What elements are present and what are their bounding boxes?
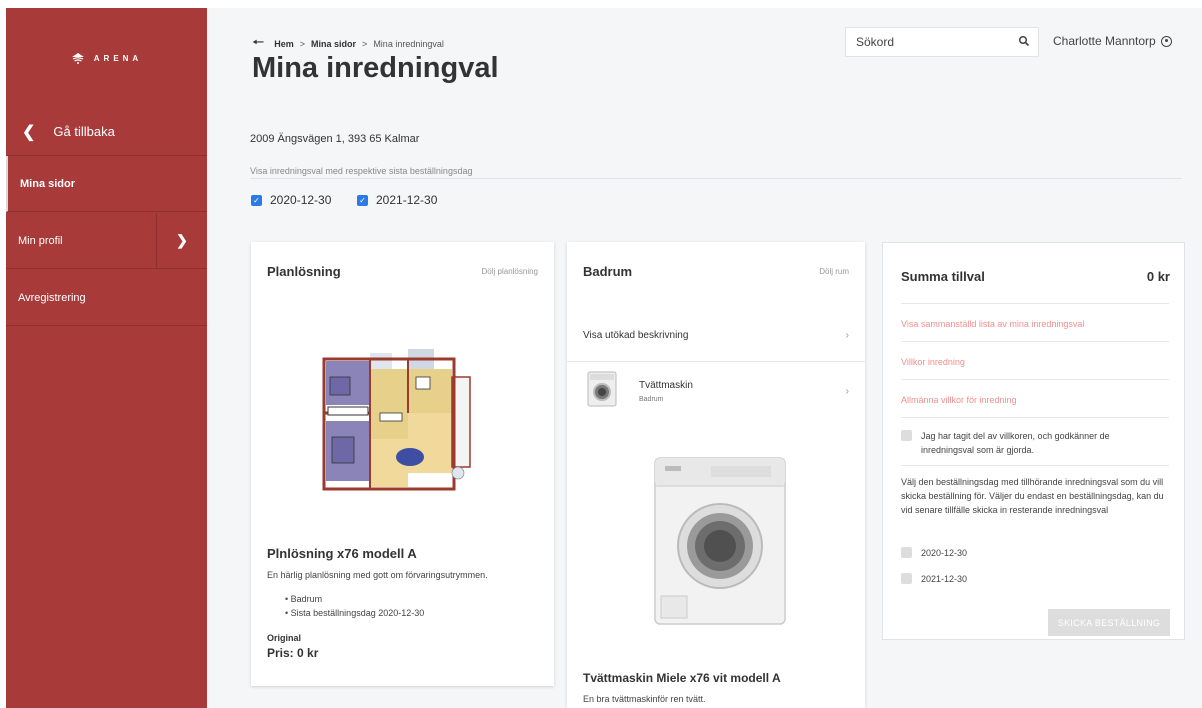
filter-label: Visa inredningsval med respektive sista … [250,166,473,176]
divider [250,178,1182,179]
address: 2009 Ängsvägen 1, 393 65 Kalmar [250,133,420,145]
product-title: Tvättmaskin Miele x76 vit modell A [583,671,781,685]
summary-list-link[interactable]: Visa sammanställd lista av mina inrednin… [901,319,1084,329]
search-icon[interactable] [1018,35,1030,47]
divider [901,417,1169,418]
sidebar-item-label: Min profil [18,234,63,247]
product-item-sub: Badrum [639,396,664,403]
filter-checkbox-1[interactable]: ✓ 2020-12-30 [251,193,331,207]
chevron-left-icon: ❮ [22,123,36,141]
chevron-right-icon[interactable]: ❯ [156,213,207,268]
order-date-checkbox-1[interactable]: 2020-12-30 [901,547,967,558]
order-date-checkbox-2[interactable]: 2021-12-30 [901,573,967,584]
breadcrumb-mina-sidor[interactable]: Mina sidor [311,39,356,49]
logo[interactable]: ARENA [6,8,207,108]
sidebar-item-mina-sidor[interactable]: Mina sidor [6,156,207,212]
plan-bullet-text: Sista beställningsdag 2020-12-30 [290,608,425,618]
checkbox-icon[interactable] [901,547,912,558]
bath-card: Badrum Dölj rum Visa utökad beskrivning … [567,242,865,708]
summary-panel: Summa tillval 0 kr Visa sammanställd lis… [882,242,1185,640]
filter-date-label: 2021-12-30 [376,193,438,207]
filter-date-label: 2020-12-30 [270,193,332,207]
filter-checkbox-2[interactable]: ✓ 2021-12-30 [357,193,437,207]
send-order-button[interactable]: SKICKA BESTÄLLNING [1048,609,1170,636]
chevron-right-icon: › [845,330,849,341]
chevron-right-icon: › [845,386,849,397]
order-date-label: 2020-12-30 [921,547,968,558]
sidebar-item-label: Mina sidor [20,177,76,190]
user-icon [1160,35,1172,47]
terms-checkbox[interactable]: Jag har tagit del av villkoren, och godk… [901,429,1163,457]
order-date-label: 2021-12-30 [921,573,968,584]
sidebar: ARENA ❮ Gå tillbaka Mina sidor Min profi… [6,8,207,708]
page-title: Mina inredningval [252,52,499,84]
divider [901,379,1169,380]
plan-bullet-2: • Sista beställningsdag 2020-12-30 [285,608,425,618]
checkbox-icon[interactable] [901,573,912,584]
breadcrumb-current: Mina inredningval [373,39,444,49]
general-terms-link[interactable]: Allmänna villkor för inredning [901,395,1017,405]
divider [901,341,1169,342]
floorplan-image [320,347,476,498]
order-info-text: Välj den beställningsdag med tillhörande… [901,477,1164,515]
product-item-name: Tvättmaskin [639,380,693,391]
plan-model-title: Plnlösning x76 modell A [267,546,417,561]
sidebar-item-avregistrering[interactable]: Avregistrering [6,270,207,326]
user-name: Charlotte Manntorp [1053,34,1156,48]
expand-description-label: Visa utökad beskrivning [583,330,689,341]
summary-total: 0 kr [1146,269,1170,284]
divider [901,465,1169,466]
hide-plan-link[interactable]: Dölj planlösning [482,267,538,276]
breadcrumb-hem[interactable]: Hem [274,39,294,49]
divider [901,303,1169,304]
checkbox-checked-icon[interactable]: ✓ [357,194,368,206]
plan-price: Pris: 0 kr [267,646,319,660]
arena-logo-icon [71,53,84,64]
plan-card: Planlösning Dölj planlösning Plnlösning … [251,242,554,686]
breadcrumb-separator: > [362,39,368,49]
terms-checkbox-label: Jag har tagit del av villkoren, och godk… [921,431,1110,455]
product-description: En bra tvättmaskinför ren tvätt. [583,694,706,704]
washing-machine-image [654,457,786,625]
logo-text: ARENA [93,53,143,63]
terms-interior-link[interactable]: Villkor inredning [901,357,965,367]
washing-machine-thumbnail [587,371,617,407]
plan-bullet-text: Badrum [290,594,323,604]
app-window: ARENA ❮ Gå tillbaka Mina sidor Min profi… [6,8,1202,708]
plan-bullet-1: • Badrum [285,594,323,604]
checkbox-icon[interactable] [901,430,912,441]
plan-card-title: Planlösning [267,264,341,279]
user-menu[interactable]: Charlotte Manntorp [1053,34,1172,48]
original-label: Original [267,633,302,643]
divider [567,361,865,362]
sidebar-item-min-profil[interactable]: Min profil ❯ [6,213,207,269]
checkbox-checked-icon[interactable]: ✓ [251,194,262,206]
search-placeholder: Sökord [856,35,895,49]
bath-card-title: Badrum [583,264,633,279]
sidebar-item-label: Avregistrering [18,291,86,304]
search-input[interactable]: Sökord [845,27,1039,57]
plan-description: En härlig planlösning med gott om förvar… [267,570,488,580]
breadcrumb-separator: > [299,39,306,49]
summary-title: Summa tillval [901,269,985,284]
hide-room-link[interactable]: Dölj rum [819,267,849,276]
back-label: Gå tillbaka [53,124,115,139]
back-button[interactable]: ❮ Gå tillbaka [6,108,207,156]
